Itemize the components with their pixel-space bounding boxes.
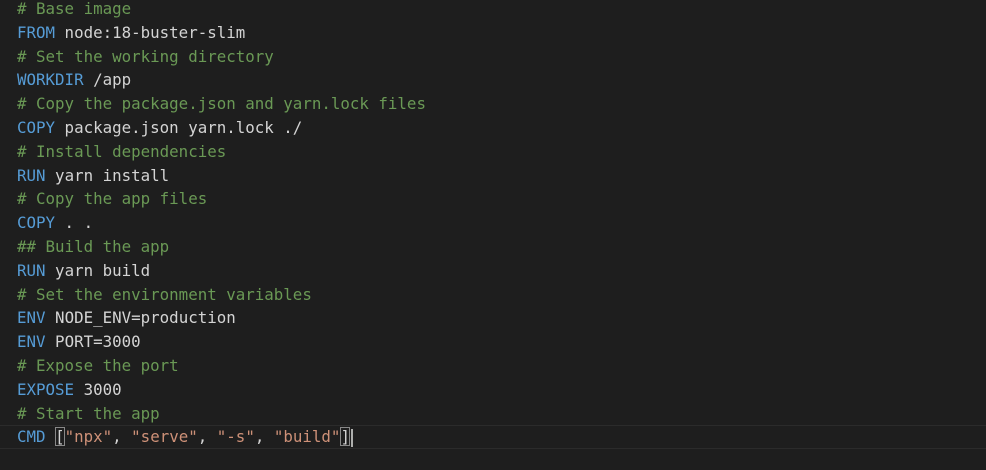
code-area[interactable]: # Base image FROM node:18-buster-slim # … [0,0,986,450]
close-bracket-match: ] [340,427,350,447]
code-line[interactable]: # Start the app [17,402,986,426]
comment-text: # Copy the package.json and yarn.lock fi… [17,94,426,114]
code-line[interactable]: # Set the working directory [17,45,986,69]
code-line[interactable]: EXPOSE 3000 [17,378,986,402]
code-line[interactable]: RUN yarn install [17,164,986,188]
separator: , [197,427,217,447]
code-line[interactable]: # Set the environment variables [17,283,986,307]
string-literal: "serve" [131,427,198,447]
instruction-args: yarn build [45,260,151,280]
code-line[interactable]: # Expose the port [17,354,986,378]
comment-text: # Set the environment variables [17,284,312,304]
code-line[interactable]: ENV PORT=3000 [17,330,986,354]
code-editor[interactable]: # Base image FROM node:18-buster-slim # … [0,0,986,470]
instruction-args: /app [83,70,132,90]
string-literal: "build" [273,427,341,447]
instruction-keyword: RUN [17,165,46,185]
code-line[interactable]: # Base image [17,0,986,21]
comment-text: # Install dependencies [17,141,227,161]
string-literal: "-s" [216,427,255,447]
code-line[interactable]: WORKDIR /app [17,68,986,92]
code-line[interactable]: RUN yarn build [17,259,986,283]
instruction-args: package.json yarn.lock ./ [55,117,303,137]
current-code-line[interactable]: CMD ["npx", "serve", "-s", "build"] [0,425,986,450]
instruction-keyword: ENV [17,332,46,352]
instruction-keyword: ENV [17,308,46,328]
instruction-keyword: CMD [17,427,46,447]
comment-text: ## Build the app [17,236,170,256]
code-line[interactable]: # Copy the app files [17,187,986,211]
instruction-keyword: COPY [17,213,56,233]
code-line[interactable]: ENV NODE_ENV=production [17,306,986,330]
comment-text: # Base image [17,0,132,18]
instruction-args: node:18-buster-slim [55,22,246,42]
instruction-keyword: COPY [17,117,56,137]
open-bracket-match: [ [55,427,65,447]
separator: , [254,427,274,447]
code-line[interactable]: COPY . . [17,211,986,235]
code-line[interactable]: COPY package.json yarn.lock ./ [17,116,986,140]
instruction-args: . . [55,213,94,233]
instruction-args: 3000 [74,379,122,399]
code-line[interactable]: ## Build the app [17,235,986,259]
code-line[interactable]: # Install dependencies [17,140,986,164]
code-line[interactable]: FROM node:18-buster-slim [17,21,986,45]
text-cursor [350,428,353,447]
instruction-args: NODE_ENV=production [45,308,236,328]
instruction-keyword: FROM [17,22,56,42]
comment-text: # Expose the port [17,355,179,375]
comment-text: # Copy the app files [17,189,208,209]
code-line[interactable]: # Copy the package.json and yarn.lock fi… [17,92,986,116]
instruction-args: yarn install [45,165,170,185]
instruction-keyword: EXPOSE [17,379,75,399]
instruction-keyword: WORKDIR [17,70,84,90]
comment-text: # Start the app [17,403,160,423]
instruction-args: PORT=3000 [45,332,141,352]
comment-text: # Set the working directory [17,46,274,66]
separator: , [112,427,132,447]
instruction-keyword: RUN [17,260,46,280]
string-literal: "npx" [64,427,113,447]
